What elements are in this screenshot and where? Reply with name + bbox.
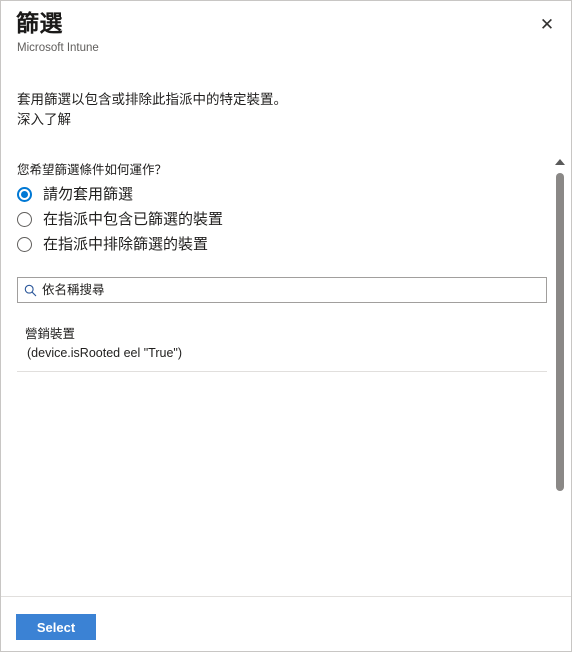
learn-more-link[interactable]: 深入了解 (17, 110, 71, 129)
filter-name: 營銷裝置 (25, 327, 76, 341)
page-title: 篩選 (16, 10, 63, 36)
panel-description: 套用篩選以包含或排除此指派中的特定裝置。 (17, 92, 287, 107)
close-button[interactable]: ✕ (529, 7, 565, 41)
filter-rule: (device.isRooted eel "True") (27, 346, 183, 360)
list-item[interactable]: 營銷裝置 (device.isRooted eel "True") (17, 318, 547, 372)
radio-option-no-filter[interactable]: 請勿套用篩選 (17, 182, 517, 207)
radio-label: 在指派中排除篩選的裝置 (43, 236, 209, 253)
filter-panel: 篩選 Microsoft Intune ✕ 套用篩選以包含或排除此指派中的特定裝… (0, 0, 572, 652)
chevron-up-icon[interactable] (555, 159, 565, 165)
radio-mark-icon (17, 212, 32, 227)
panel-header: 篩選 Microsoft Intune ✕ (1, 1, 571, 73)
radio-option-include[interactable]: 在指派中包含已篩選的裝置 (17, 207, 517, 232)
search-input[interactable] (42, 279, 546, 301)
radio-option-exclude[interactable]: 在指派中排除篩選的裝置 (17, 232, 517, 257)
radio-label: 在指派中包含已篩選的裝置 (43, 211, 224, 228)
search-icon (18, 284, 42, 297)
vertical-scrollbar[interactable] (554, 159, 567, 595)
select-button[interactable]: Select (16, 614, 96, 640)
radio-label: 請勿套用篩選 (43, 186, 134, 203)
filter-mode-radio-group: 請勿套用篩選 在指派中包含已篩選的裝置 在指派中排除篩選的裝置 (17, 182, 517, 257)
scrollbar-thumb[interactable] (556, 173, 564, 491)
page-subtitle: Microsoft Intune (17, 42, 99, 54)
filter-mode-question: 您希望篩選條件如何運作？ (17, 163, 168, 177)
search-box[interactable] (17, 277, 547, 303)
radio-mark-icon (17, 187, 32, 202)
panel-footer: Select (1, 597, 571, 651)
close-icon: ✕ (539, 14, 555, 34)
filter-result-list: 營銷裝置 (device.isRooted eel "True") (17, 318, 547, 372)
radio-mark-icon (17, 237, 32, 252)
scroll-content: 您希望篩選條件如何運作？ 請勿套用篩選 在指派中包含已篩選的裝置 在指派中排除篩… (1, 156, 571, 596)
